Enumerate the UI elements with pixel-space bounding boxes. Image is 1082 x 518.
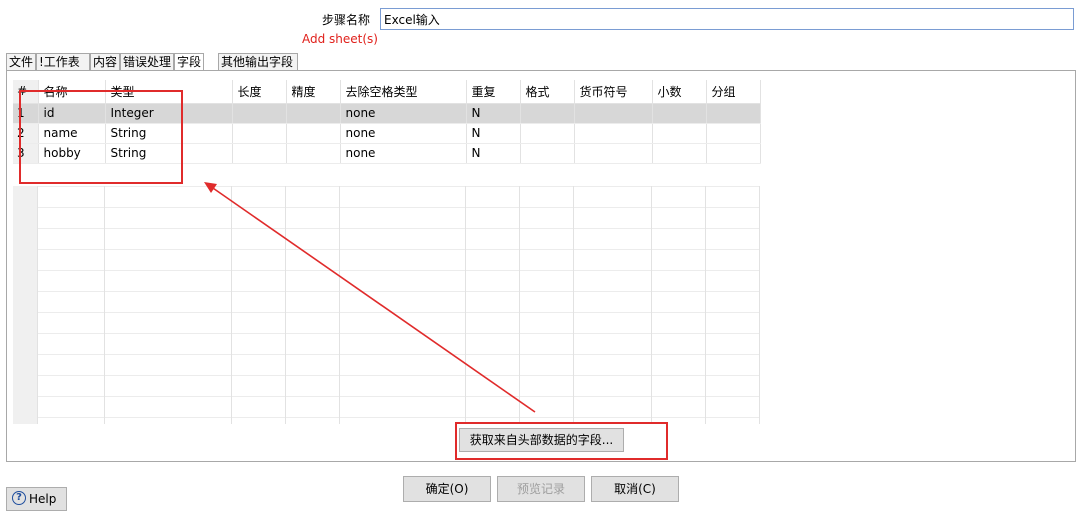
help-label: Help bbox=[29, 492, 57, 506]
ok-button[interactable]: 确定(O) bbox=[403, 476, 491, 502]
preview-button[interactable]: 预览记录 bbox=[497, 476, 585, 502]
help-button[interactable]: ? Help bbox=[6, 487, 67, 511]
annotation-arrow bbox=[204, 182, 536, 413]
help-icon: ? bbox=[12, 491, 26, 505]
cancel-button[interactable]: 取消(C) bbox=[591, 476, 679, 502]
